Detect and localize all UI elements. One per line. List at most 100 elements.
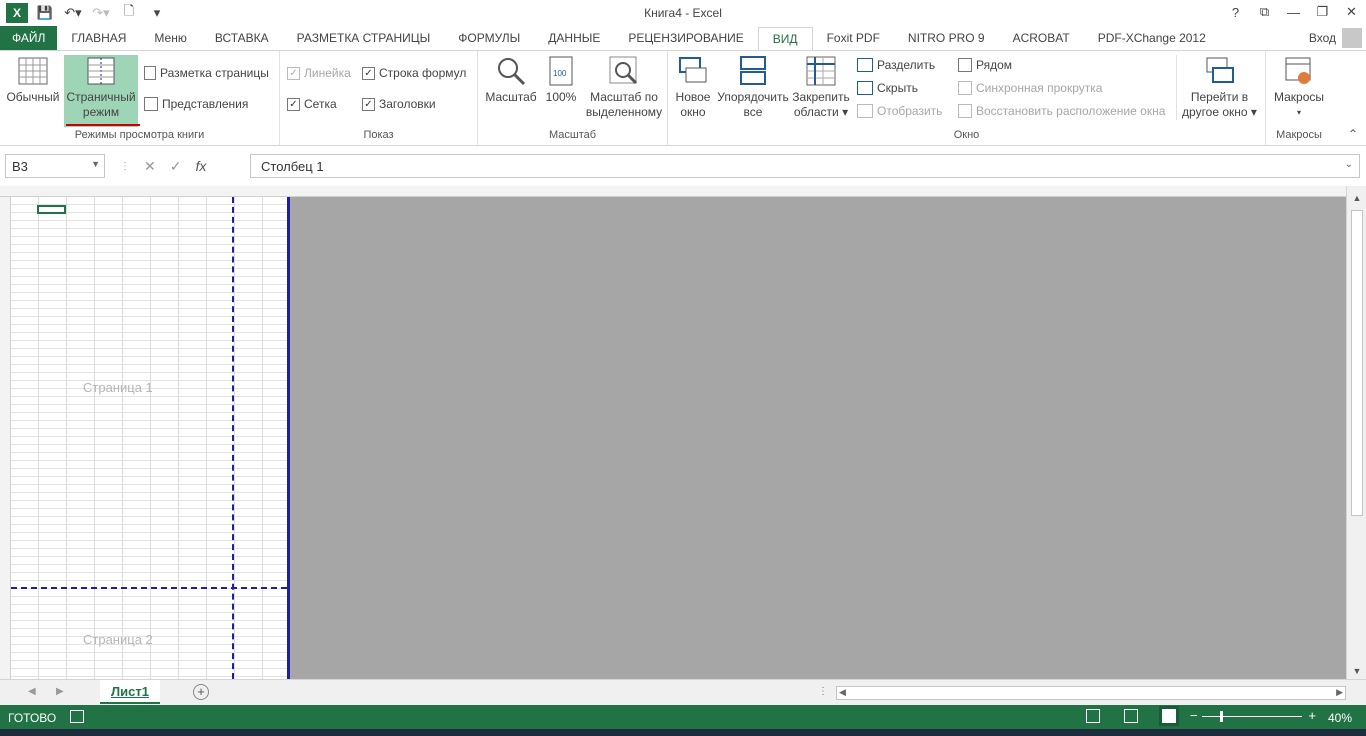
title-bar: X 💾 ↶▾ ↷▾ 🗋 ▾ Книга4 - Excel ? ⧉ — ❐ ✕ xyxy=(0,0,1366,26)
tab-acrobat[interactable]: ACROBAT xyxy=(999,26,1084,50)
printed-page-region[interactable]: Страница 1 Страница 2 xyxy=(11,197,290,679)
selected-cell[interactable] xyxy=(37,205,66,214)
name-box[interactable]: B3 ▼ xyxy=(5,154,105,178)
zoom-to-selection-button[interactable]: Масштаб по выделенному xyxy=(584,55,664,120)
next-sheet-icon[interactable]: ▶ xyxy=(56,686,64,697)
view-side-by-side-button[interactable]: Рядом xyxy=(958,58,1012,72)
zoom-button[interactable]: Масштаб xyxy=(484,55,538,105)
normal-view-button[interactable]: Обычный xyxy=(4,55,62,131)
scroll-right-icon[interactable]: ▶ xyxy=(1336,687,1343,698)
tab-nitro[interactable]: NITRO PRO 9 xyxy=(894,26,999,50)
name-box-value[interactable]: B3 xyxy=(12,159,28,174)
tab-splitter-icon[interactable]: ⋮ xyxy=(818,686,828,697)
tab-home[interactable]: ГЛАВНАЯ xyxy=(57,26,140,50)
tab-review[interactable]: РЕЦЕНЗИРОВАНИЕ xyxy=(614,26,757,50)
zoom-thumb[interactable] xyxy=(1220,711,1223,722)
customize-qat-icon[interactable]: ▾ xyxy=(146,3,168,23)
zoom-out-icon[interactable]: − xyxy=(1190,708,1198,723)
close-icon[interactable]: ✕ xyxy=(1337,0,1366,24)
page-layout-label: Разметка страницы xyxy=(160,66,269,80)
new-window-button[interactable]: Новое окно xyxy=(672,55,714,120)
sheet-tab-list1[interactable]: Лист1 xyxy=(100,680,160,704)
macro-record-icon[interactable] xyxy=(70,710,84,723)
zoom-in-icon[interactable]: + xyxy=(1308,708,1316,723)
horizontal-scrollbar[interactable]: ◀ ▶ xyxy=(836,686,1346,700)
page-layout-status-icon[interactable] xyxy=(1124,709,1138,723)
sync-scroll-button[interactable]: Синхронная прокрутка xyxy=(958,81,1102,95)
switch-windows-button[interactable]: Перейти в другое окно ▾ xyxy=(1176,55,1262,120)
tab-data[interactable]: ДАННЫЕ xyxy=(534,26,614,50)
ribbon-display-icon[interactable]: ⧉ xyxy=(1250,0,1279,24)
formula-bar-checkbox[interactable]: ✓ Строка формул xyxy=(362,66,466,80)
scroll-down-icon[interactable]: ▼ xyxy=(1351,665,1363,677)
page-break-preview-button[interactable]: Страничный режим xyxy=(64,55,138,127)
zoom-percent[interactable]: 40% xyxy=(1328,711,1352,725)
restore-icon[interactable]: ❐ xyxy=(1308,0,1337,24)
zoom-track[interactable] xyxy=(1202,716,1302,717)
help-icon[interactable]: ? xyxy=(1221,0,1250,24)
formula-bar-check-icon: ✓ xyxy=(362,66,375,80)
split-button[interactable]: Разделить xyxy=(857,58,935,72)
hide-button[interactable]: Скрыть xyxy=(857,81,918,95)
grid-icon xyxy=(17,55,49,87)
cell-grid[interactable] xyxy=(11,197,287,679)
vertical-scrollbar[interactable]: ▲ ▼ xyxy=(1346,186,1366,679)
os-taskbar xyxy=(0,729,1366,736)
avatar[interactable] xyxy=(1342,28,1362,48)
arrange-all-icon xyxy=(737,55,769,87)
tab-menu[interactable]: Меню xyxy=(140,26,200,50)
arrange-all-button[interactable]: Упорядочить все xyxy=(716,55,790,120)
formula-input[interactable]: Столбец 1 ⌄ xyxy=(250,154,1360,178)
headings-checkbox[interactable]: ✓ Заголовки xyxy=(362,97,436,111)
vertical-page-break[interactable] xyxy=(232,197,234,679)
tab-insert[interactable]: ВСТАВКА xyxy=(201,26,283,50)
save-icon[interactable]: 💾 xyxy=(34,3,56,23)
scroll-left-icon[interactable]: ◀ xyxy=(839,687,846,698)
collapse-ribbon-icon[interactable]: ⌃ xyxy=(1348,127,1358,141)
scroll-up-icon[interactable]: ▲ xyxy=(1351,192,1363,204)
macros-button[interactable]: Макросы ▾ xyxy=(1270,55,1328,120)
prev-sheet-icon[interactable]: ◀ xyxy=(28,686,36,697)
custom-views-button[interactable]: Представления xyxy=(144,97,248,111)
zoom-slider[interactable]: − + xyxy=(1190,708,1316,723)
enter-icon[interactable]: ✓ xyxy=(170,158,182,175)
split-label: Разделить xyxy=(877,58,936,72)
minimize-icon[interactable]: — xyxy=(1279,0,1308,24)
tab-formulas[interactable]: ФОРМУЛЫ xyxy=(444,26,534,50)
status-ready: ГОТОВО xyxy=(8,711,57,725)
row-headers[interactable] xyxy=(0,197,11,679)
expand-formula-icon[interactable]: ⌄ xyxy=(1345,159,1353,170)
insert-function-icon[interactable]: fx xyxy=(195,158,206,174)
ruler-checkbox[interactable]: ✓ Линейка xyxy=(287,66,351,80)
window-controls: ? ⧉ — ❐ ✕ xyxy=(1221,0,1366,24)
gridlines-checkbox[interactable]: ✓ Сетка xyxy=(287,97,337,111)
vertical-scroll-thumb[interactable] xyxy=(1351,210,1363,516)
tab-page-layout[interactable]: РАЗМЕТКА СТРАНИЦЫ xyxy=(283,26,445,50)
tab-foxit[interactable]: Foxit PDF xyxy=(813,26,894,50)
worksheet-area[interactable]: Страница 1 Страница 2 xyxy=(0,186,1346,679)
add-sheet-icon[interactable]: + xyxy=(193,684,209,700)
undo-icon[interactable]: ↶▾ xyxy=(62,3,84,23)
redo-icon[interactable]: ↷▾ xyxy=(90,3,112,23)
page-layout-button[interactable]: Разметка страницы xyxy=(144,66,269,80)
horizontal-page-break[interactable] xyxy=(11,587,287,589)
tab-pdfxchange[interactable]: PDF-XChange 2012 xyxy=(1084,26,1220,50)
cancel-icon[interactable]: ✕ xyxy=(144,158,156,175)
new-window-label-2: окно xyxy=(680,105,706,119)
new-document-icon[interactable]: 🗋 xyxy=(118,3,140,23)
sign-in[interactable]: Вход xyxy=(1309,26,1362,50)
zoom-100-button[interactable]: 100 100% xyxy=(542,55,580,105)
reset-position-label: Восстановить расположение окна xyxy=(976,104,1166,118)
formula-content[interactable]: Столбец 1 xyxy=(261,159,324,174)
tab-view[interactable]: ВИД xyxy=(757,27,813,51)
reset-position-button[interactable]: Восстановить расположение окна xyxy=(958,104,1165,118)
page-break-status-icon[interactable] xyxy=(1159,706,1179,726)
name-box-dropdown-icon[interactable]: ▼ xyxy=(91,159,100,169)
tab-file[interactable]: ФАЙЛ xyxy=(0,26,58,50)
freeze-panes-button[interactable]: Закрепить области ▾ xyxy=(790,55,852,120)
sign-in-label[interactable]: Вход xyxy=(1309,31,1336,45)
unhide-button[interactable]: Отобразить xyxy=(857,104,942,118)
macros-group-label: Макросы xyxy=(1276,129,1322,141)
column-headers[interactable] xyxy=(0,186,1346,197)
normal-view-status-icon[interactable] xyxy=(1086,709,1100,723)
